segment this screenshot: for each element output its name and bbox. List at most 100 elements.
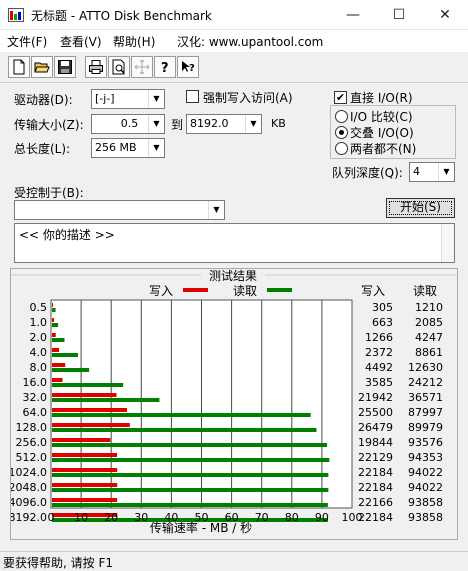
- transfer-to-value: 8192.0: [190, 117, 229, 130]
- open-folder-icon[interactable]: [31, 56, 53, 78]
- print-icon[interactable]: [85, 56, 107, 78]
- category-label: 8192.0: [11, 511, 47, 524]
- io-compare-radio[interactable]: [335, 110, 348, 123]
- start-button[interactable]: 开始(S): [386, 198, 455, 218]
- io-compare-label: I/O 比较(C): [350, 110, 413, 124]
- x-tick-label: 80: [285, 511, 299, 524]
- write-value: 1266: [365, 331, 393, 344]
- move-icon[interactable]: [131, 56, 153, 78]
- legend-write-label: 写入: [149, 284, 173, 298]
- context-help-icon[interactable]: ?: [177, 56, 199, 78]
- write-value: 19844: [358, 436, 393, 449]
- help-icon[interactable]: ?: [154, 56, 176, 78]
- maximize-button[interactable]: ☐: [376, 0, 422, 30]
- neither-label: 两者都不(N): [350, 142, 417, 156]
- read-value: 8861: [415, 346, 443, 359]
- read-value: 93576: [408, 436, 443, 449]
- description-scrollbar[interactable]: [441, 224, 454, 262]
- new-file-icon[interactable]: [8, 56, 30, 78]
- read-bar: [52, 323, 59, 327]
- svg-text:?: ?: [161, 61, 169, 75]
- write-bar: [52, 393, 117, 397]
- overlap-io-radio[interactable]: [335, 126, 348, 139]
- read-bar: [52, 398, 160, 402]
- force-write-checkbox[interactable]: [186, 90, 199, 103]
- read-bar: [52, 308, 56, 312]
- save-icon[interactable]: [54, 56, 76, 78]
- x-axis-label: 传输速率 - MB / 秒: [150, 520, 252, 535]
- kb-label: KB: [271, 117, 286, 130]
- direct-io-label: 直接 I/O(R): [350, 91, 413, 105]
- transfer-to-select[interactable]: 8192.0 ▼: [186, 114, 262, 134]
- read-bar: [52, 473, 329, 477]
- column-read-header: 读取: [413, 284, 437, 298]
- category-label: 512.0: [16, 451, 48, 464]
- read-value: 89979: [408, 421, 443, 434]
- write-value: 22129: [358, 451, 393, 464]
- print-preview-icon[interactable]: [108, 56, 130, 78]
- legend-read-label: 读取: [233, 284, 257, 298]
- write-bar: [52, 348, 59, 352]
- write-bar: [52, 333, 56, 337]
- category-label: 1.0: [30, 316, 48, 329]
- neither-radio[interactable]: [335, 142, 348, 155]
- status-text: 要获得帮助, 请按 F1: [3, 556, 113, 570]
- write-bar: [52, 438, 111, 442]
- read-bar: [52, 443, 328, 447]
- description-box[interactable]: << 你的描述 >>: [14, 223, 455, 263]
- menu-view[interactable]: 查看(V): [60, 33, 102, 50]
- read-value: 87997: [408, 406, 443, 419]
- chevron-down-icon: ▼: [148, 139, 164, 157]
- queue-depth-select[interactable]: 4 ▼: [409, 162, 455, 182]
- total-length-label: 总长度(L):: [14, 142, 71, 156]
- total-length-select[interactable]: 256 MB ▼: [91, 138, 165, 158]
- direct-io-checkbox[interactable]: ✔: [334, 91, 347, 104]
- read-value: 12630: [408, 361, 443, 374]
- transfer-from-select[interactable]: 0.5 ▼: [91, 114, 165, 134]
- menu-localization[interactable]: 汉化: www.upantool.com: [177, 33, 323, 50]
- write-value: 22184: [358, 466, 393, 479]
- category-label: 64.0: [23, 406, 48, 419]
- column-write-header: 写入: [361, 284, 385, 298]
- write-value: 22166: [358, 496, 393, 509]
- read-bar: [52, 383, 124, 387]
- drive-select[interactable]: [-j-] ▼: [91, 89, 165, 109]
- read-value: 24212: [408, 376, 443, 389]
- write-value: 663: [372, 316, 393, 329]
- transfer-size-label: 传输大小(Z):: [14, 118, 84, 132]
- description-text: << 你的描述 >>: [19, 228, 115, 242]
- menu-file[interactable]: 文件(F): [7, 33, 47, 50]
- write-value: 22184: [358, 511, 393, 524]
- minimize-button[interactable]: —: [330, 0, 376, 30]
- read-value: 2085: [415, 316, 443, 329]
- results-chart: 测试结果 写入 读取 写入 读取 0 10 20 30 40 50 60 70 80 90 1000…: [11, 269, 457, 535]
- write-bar: [52, 408, 127, 412]
- read-value: 94353: [408, 451, 443, 464]
- drive-value: [-j-]: [95, 92, 115, 105]
- read-value: 4247: [415, 331, 443, 344]
- status-bar: 要获得帮助, 请按 F1: [0, 551, 468, 570]
- chevron-down-icon: ▼: [438, 163, 454, 181]
- controlled-by-select[interactable]: ▼: [14, 200, 225, 220]
- category-label: 2.0: [30, 331, 48, 344]
- close-button[interactable]: ✕: [422, 0, 468, 30]
- menu-help[interactable]: 帮助(H): [113, 33, 155, 50]
- legend-write-swatch: [183, 288, 208, 292]
- toolbar: ? ?: [0, 53, 468, 83]
- read-bar: [52, 338, 65, 342]
- queue-depth-value: 4: [413, 165, 420, 178]
- force-write-label: 强制写入访问(A): [203, 91, 293, 105]
- total-length-value: 256 MB: [95, 141, 137, 154]
- app-icon: [8, 8, 24, 22]
- svg-text:?: ?: [189, 63, 195, 74]
- results-frame: 测试结果 写入 读取 写入 读取 0 10 20 30 40 50 60 70 80 90 100 0…: [10, 268, 458, 540]
- read-value: 93858: [408, 511, 443, 524]
- write-bar: [52, 303, 53, 307]
- write-value: 4492: [365, 361, 393, 374]
- write-value: 3585: [365, 376, 393, 389]
- chevron-down-icon: ▼: [148, 90, 164, 108]
- to-label: 到: [171, 118, 184, 132]
- category-label: 128.0: [16, 421, 48, 434]
- x-tick-label: 90: [315, 511, 329, 524]
- drive-label: 驱动器(D):: [14, 93, 73, 107]
